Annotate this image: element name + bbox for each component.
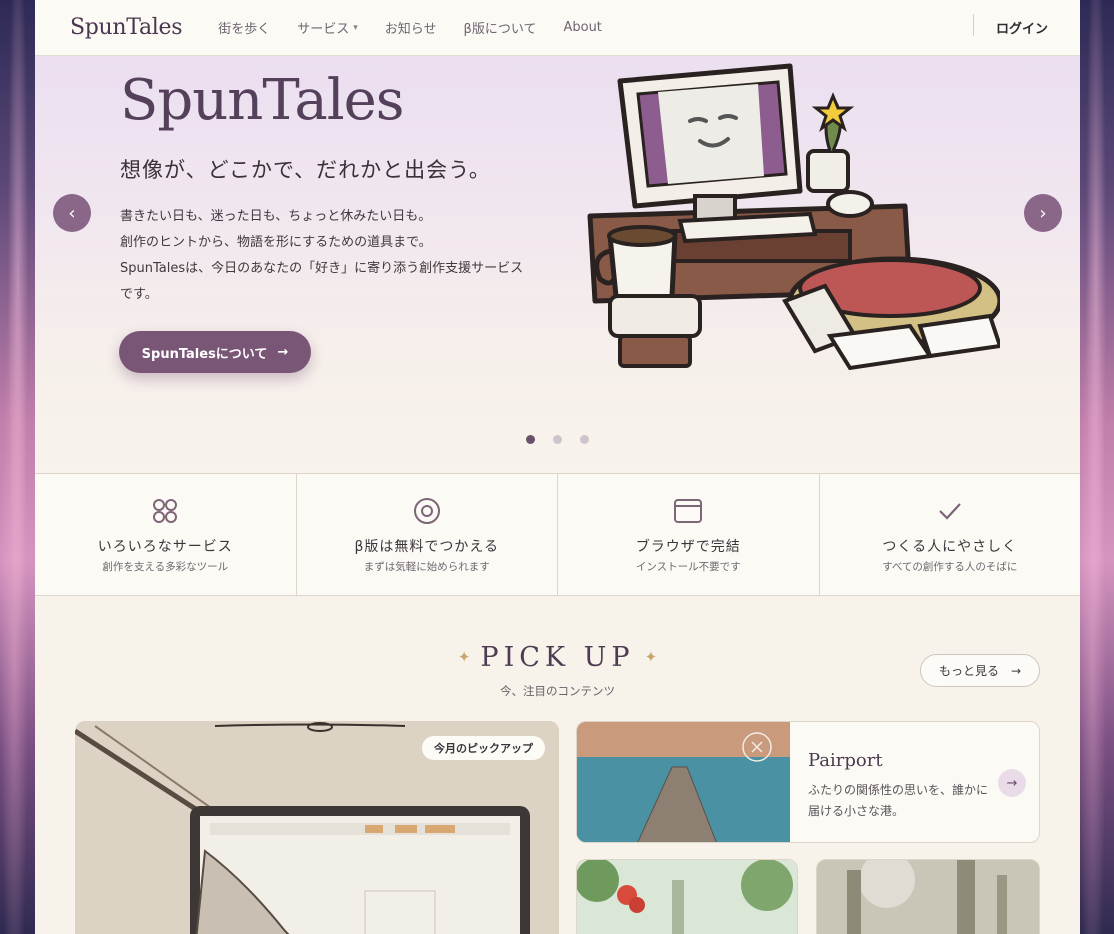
feature-creator-friendly: つくる人にやさしく すべての創作する人のそばに xyxy=(820,474,1081,595)
carousel-dot[interactable] xyxy=(580,435,589,444)
see-more-button[interactable]: もっと見る → xyxy=(920,654,1040,687)
button-label: もっと見る xyxy=(938,664,999,678)
background-left xyxy=(0,0,36,934)
feature-desc: インストール不要です xyxy=(635,561,741,573)
feature-desc: まずは気軽に始められます xyxy=(363,561,490,573)
hero-carousel: SpunTales 想像が、どこかで、だれかと出会う。 書きたい日も、迷った日も… xyxy=(35,56,1080,473)
carousel-dot[interactable] xyxy=(526,435,535,444)
chevron-down-icon: ▾ xyxy=(353,22,358,33)
check-icon xyxy=(938,503,961,520)
about-spuntales-button[interactable]: SpunTalesについて → xyxy=(119,331,311,373)
nav-item-beta[interactable]: β版について xyxy=(464,18,537,37)
arrow-right-icon[interactable]: → xyxy=(998,769,1026,797)
login-link[interactable]: ログイン xyxy=(996,18,1048,37)
feature-services: いろいろなサービス 創作を支える多彩なツール xyxy=(35,474,297,595)
pairport-card[interactable]: Pairport ふたりの関係性の思いを、誰かに届ける小さな港。 → xyxy=(576,721,1040,843)
nav-item-label: About xyxy=(563,20,602,35)
forest-illustration xyxy=(577,860,797,934)
pairport-image xyxy=(577,722,790,842)
feature-title: β版は無料でつかえる xyxy=(354,539,499,555)
feature-desc: すべての創作する人のそばに xyxy=(882,561,1018,573)
feature-title: ブラウザで完結 xyxy=(635,539,741,555)
chevron-left-icon: ‹ xyxy=(68,202,76,224)
grid-circles-icon xyxy=(153,499,178,523)
feature-beta-free: β版は無料でつかえる まずは気軽に始められます xyxy=(297,474,558,595)
pairport-description: ふたりの関係性の思いを、誰かに届ける小さな港。 xyxy=(808,783,989,818)
site-logo[interactable]: SpunTales xyxy=(70,15,183,40)
feature-browser: ブラウザで完結 インストール不要です xyxy=(558,474,820,595)
nav-item-label: 街を歩く xyxy=(218,22,271,37)
pickup-title: PICK UP xyxy=(480,642,635,673)
nav-item-news[interactable]: お知らせ xyxy=(385,18,437,37)
hero-description: 書きたい日も、迷った日も、ちょっと休みたい日も。 創作のヒントから、物語を形にす… xyxy=(120,204,535,308)
featured-pickup-card[interactable]: 今月のピックアップ xyxy=(75,721,559,934)
hero-title: SpunTales xyxy=(120,68,405,133)
carousel-dot[interactable] xyxy=(553,435,562,444)
nav-item-walk[interactable]: 街を歩く xyxy=(218,18,270,37)
arrow-right-icon: → xyxy=(1010,663,1022,678)
pickup-subtitle: 今、注目のコンテンツ xyxy=(500,684,615,698)
pickup-card-misty-forest[interactable] xyxy=(816,859,1040,934)
nav-item-label: β版について xyxy=(463,22,537,37)
nav-item-about[interactable]: About xyxy=(563,20,601,35)
header-divider xyxy=(973,14,974,36)
target-icon xyxy=(413,498,440,524)
misty-forest-illustration xyxy=(817,860,1039,934)
chevron-right-icon: › xyxy=(1039,202,1047,224)
nav-item-label: サービス xyxy=(297,22,350,37)
arrow-right-icon: → xyxy=(277,344,289,360)
site-header: SpunTales 街を歩く サービス ▾ お知らせ β版について About ロ… xyxy=(35,0,1080,56)
page: SpunTales 街を歩く サービス ▾ お知らせ β版について About ロ… xyxy=(35,0,1080,934)
button-label: SpunTalesについて xyxy=(141,346,268,362)
pickup-card-forest[interactable] xyxy=(576,859,798,934)
main-nav: 街を歩く サービス ▾ お知らせ β版について About xyxy=(218,18,602,37)
feature-strip: いろいろなサービス 創作を支える多彩なツール β版は無料でつかえる まずは気軽に… xyxy=(35,473,1080,596)
hero-line: 書きたい日も、迷った日も、ちょっと休みたい日も。 xyxy=(120,209,432,224)
feature-title: つくる人にやさしく xyxy=(882,539,1018,555)
feature-desc: 創作を支える多彩なツール xyxy=(102,561,229,573)
hero-line: 創作のヒントから、物語を形にするための道具まで。 xyxy=(120,235,432,250)
nav-item-services[interactable]: サービス ▾ xyxy=(297,18,358,37)
hero-subtitle: 想像が、どこかで、だれかと出会う。 xyxy=(120,158,491,182)
background-right xyxy=(1078,0,1114,934)
pickup-badge: 今月のピックアップ xyxy=(422,736,545,760)
pairport-title: Pairport xyxy=(808,750,883,771)
nav-item-label: お知らせ xyxy=(384,22,437,37)
carousel-prev-button[interactable]: ‹ xyxy=(53,194,91,232)
computer-desk-illustration xyxy=(587,63,1000,371)
feature-title: いろいろなサービス xyxy=(97,539,233,555)
hero-line: SpunTalesは、今日のあなたの「好き」に寄り添う創作支援サービスです。 xyxy=(120,261,524,302)
carousel-dots xyxy=(526,435,589,444)
carousel-next-button[interactable]: › xyxy=(1024,194,1062,232)
sparkle-icon: ✦ xyxy=(644,648,658,666)
sparkle-icon: ✦ xyxy=(457,648,471,666)
browser-window-icon xyxy=(674,499,703,523)
